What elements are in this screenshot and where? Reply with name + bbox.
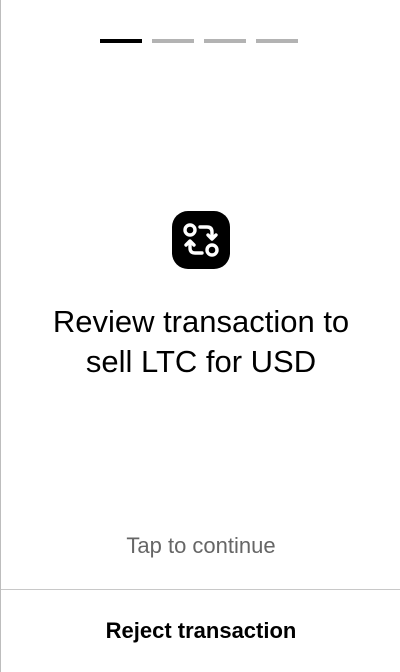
progress-step-2 <box>152 39 194 43</box>
review-title: Review transaction to sell LTC for USD <box>1 302 400 382</box>
step-progress-indicator <box>100 39 298 43</box>
swap-arrows-icon <box>172 211 230 269</box>
progress-step-1-active <box>100 39 142 43</box>
progress-step-3 <box>204 39 246 43</box>
reject-transaction-button[interactable]: Reject transaction <box>1 590 400 672</box>
title-line-1: Review transaction to <box>52 304 350 339</box>
review-screen[interactable]: Review transaction to sell LTC for USD T… <box>0 0 400 672</box>
progress-step-4 <box>256 39 298 43</box>
tap-to-continue-hint: Tap to continue <box>126 533 276 558</box>
title-line-2: sell LTC for USD <box>85 344 317 379</box>
